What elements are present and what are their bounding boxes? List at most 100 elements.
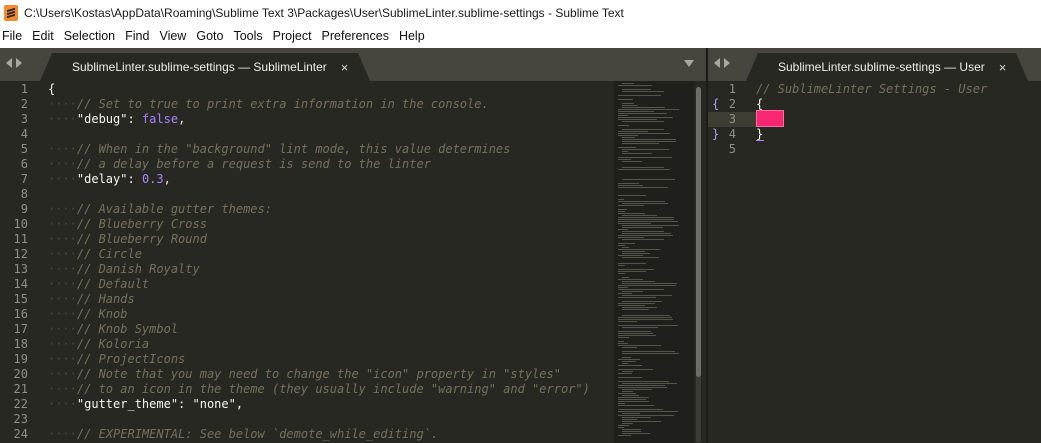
code-token: ···· [48,277,77,291]
minimap-line [622,251,645,252]
code-line[interactable]: { [48,82,55,97]
minimap-line [618,303,655,304]
tab-close-icon[interactable]: × [999,60,1007,75]
minimap-line [622,419,637,420]
scrollbar-thumb[interactable] [696,87,701,377]
tab-prev-icon[interactable] [6,58,12,68]
code-line[interactable]: ····// Blueberry Round [48,232,207,247]
code-line[interactable]: ····// Note that you may need to change … [48,367,561,382]
minimap-line [618,331,651,332]
line-number: 1 [728,82,736,96]
minimap-line [618,245,625,246]
code-token: ···· [48,97,77,111]
code-token: // Knob Symbol [76,322,179,336]
minimap-line [618,319,673,320]
code-line[interactable]: ····"delay": 0.3, [48,172,171,187]
tab-label: SublimeLinter.sublime-settings — Sublime… [72,60,327,74]
code-line[interactable]: ····// EXPERIMENTAL: See below `demote_w… [48,427,438,442]
cursor-selection [756,110,784,127]
menu-project[interactable]: Project [268,25,317,48]
minimap-line [618,85,652,86]
tab-close-icon[interactable]: × [341,60,349,75]
minimap-line [618,95,661,96]
menu-help[interactable]: Help [394,25,430,48]
minimap-line [618,221,678,222]
minimap-line [618,415,674,416]
code-line[interactable]: ····// Knob Symbol [48,322,178,337]
menu-edit[interactable]: Edit [27,25,59,48]
code-line[interactable]: ····// Knob [48,307,127,322]
left-editor-pane[interactable]: 1{2 ····// Set to true to print extra inf… [0,81,706,443]
minimap-line [618,243,635,244]
minimap-line [618,195,646,196]
code-token: "delay": [76,172,142,186]
code-line[interactable]: ····// Set to true to print extra inform… [48,97,489,112]
tab-next-icon[interactable] [16,58,22,68]
minimap-line [618,229,628,230]
menu-file[interactable]: File [0,25,27,48]
menu-preferences[interactable]: Preferences [317,25,394,48]
minimap-line [622,277,629,278]
code-line[interactable]: // SublimeLinter Settings - User [756,82,987,97]
minimap-line [618,377,642,378]
code-token: 0.3 [141,172,164,186]
title-bar: C:\Users\Kostas\AppData\Roaming\Sublime … [0,0,1041,25]
code-token: "debug": [76,112,142,126]
minimap-line [618,411,678,412]
minimap-line [622,389,652,390]
minimap-line [618,131,648,132]
code-line[interactable]: ····// When in the "background" lint mod… [48,142,510,157]
fold-marker-icon[interactable]: { [712,97,719,111]
minimap-line [622,103,634,104]
minimap-line [622,239,664,240]
menu-view[interactable]: View [154,25,191,48]
menu-find[interactable]: Find [120,25,154,48]
code-line[interactable]: ····// a delay before a request is send … [48,157,431,172]
minimap-line [618,219,674,220]
line-number: 17 [13,322,28,336]
menu-goto[interactable]: Goto [191,25,228,48]
minimap-line [618,337,629,338]
code-line[interactable]: ····// to an icon in the theme (they usu… [48,382,590,397]
code-token: // EXPERIMENTAL: See below `demote_while… [76,427,439,441]
code-token: ···· [48,382,77,396]
code-line[interactable]: ····// Koloria [48,337,149,352]
code-line[interactable]: ····// Hands [48,292,135,307]
minimap[interactable] [614,81,694,443]
vertical-scrollbar[interactable] [696,87,701,443]
code-line[interactable]: ····// Blueberry Cross [48,217,207,232]
code-line[interactable]: ····// Circle [48,247,142,262]
minimap-line [618,293,632,294]
code-token: // Blueberry Round [76,232,207,246]
menu-selection[interactable]: Selection [59,25,120,48]
minimap-line [618,297,656,298]
minimap-line [618,249,660,250]
minimap-line [622,231,664,232]
minimap-line [618,265,625,266]
minimap-line [622,361,636,362]
tab-list-dropdown-icon[interactable] [684,60,694,67]
fold-marker-icon[interactable]: } [712,127,719,141]
code-line[interactable]: ····"debug": false, [48,112,185,127]
code-line[interactable]: ····"gutter_theme": "none", [48,397,243,412]
code-line[interactable]: ····// Default [48,277,149,292]
right-editor-pane[interactable]: 1// SublimeLinter Settings - User 2{{3 4}}… [708,81,1041,443]
tab-sublimelinter-default[interactable]: SublimeLinter.sublime-settings — Sublime… [39,53,371,81]
code-line[interactable]: ····// ProjectIcons [48,352,185,367]
code-token: , [163,172,171,186]
line-number: 20 [13,367,28,381]
tab-prev-icon[interactable] [714,58,720,68]
minimap-line [618,113,667,114]
code-line[interactable]: { [756,97,763,112]
minimap-line [622,129,664,130]
code-line[interactable]: ····// Available gutter themes: [48,202,272,217]
minimap-line [622,227,663,228]
minimap-line [618,147,636,148]
code-line[interactable]: ····// Danish Royalty [48,262,200,277]
tab-next-icon[interactable] [724,58,730,68]
minimap-line [618,159,631,160]
tab-sublimelinter-user[interactable]: SublimeLinter.sublime-settings — User × [745,53,1029,81]
menu-tools[interactable]: Tools [228,25,267,48]
minimap-line [618,199,624,200]
minimap-line [622,301,662,302]
